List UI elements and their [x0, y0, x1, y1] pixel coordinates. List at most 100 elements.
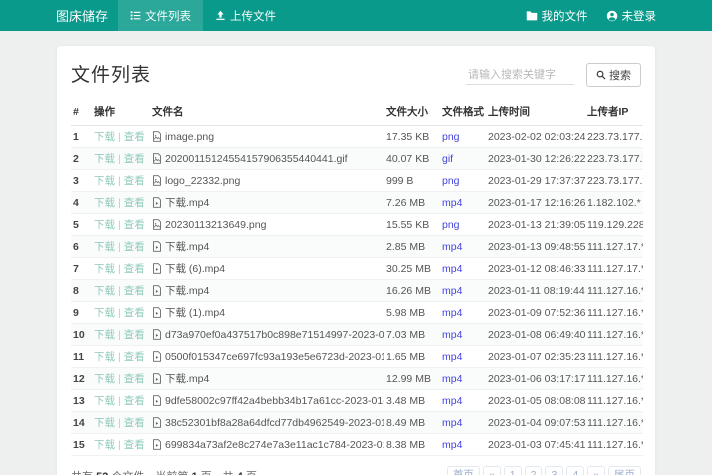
- main-content: 文件列表 搜索 #操作文件名文件大小文件格式上传时间上传者IP: [0, 45, 712, 475]
- row-filename: logo_22332.png: [150, 170, 384, 192]
- view-link[interactable]: 查看: [124, 263, 145, 275]
- view-link[interactable]: 查看: [124, 131, 145, 143]
- format-link[interactable]: mp4: [442, 439, 462, 451]
- search-button-label: 搜索: [609, 67, 631, 83]
- format-link[interactable]: png: [442, 131, 460, 143]
- view-link[interactable]: 查看: [124, 241, 145, 253]
- pager-button[interactable]: »: [587, 466, 605, 475]
- row-uploader-ip: 111.127.17.*: [585, 258, 643, 280]
- row-format: mp4: [440, 236, 486, 258]
- filename-text: 699834a73af2e8c274e7a3e11ac1c784-2023-01…: [165, 439, 384, 451]
- view-link[interactable]: 查看: [124, 307, 145, 319]
- format-link[interactable]: gif: [442, 153, 453, 165]
- format-link[interactable]: mp4: [442, 395, 462, 407]
- tab-upload[interactable]: 上传文件: [203, 0, 288, 31]
- table-header-row: #操作文件名文件大小文件格式上传时间上传者IP: [71, 99, 643, 126]
- search-bar: 搜索: [466, 63, 641, 87]
- brand[interactable]: 图床储存: [56, 0, 108, 31]
- pager-button[interactable]: 1: [504, 466, 522, 475]
- download-link[interactable]: 下载: [94, 241, 115, 253]
- download-link[interactable]: 下载: [94, 373, 115, 385]
- table-row: 4下载|查看下载.mp47.26 MBmp42023-01-17 12:16:2…: [71, 192, 643, 214]
- download-link[interactable]: 下载: [94, 219, 115, 231]
- search-input[interactable]: [466, 66, 574, 85]
- filename-text: 下载.mp4: [165, 241, 209, 253]
- user-icon: [606, 10, 618, 22]
- row-index: 2: [71, 148, 92, 170]
- format-link[interactable]: mp4: [442, 307, 462, 319]
- download-link[interactable]: 下载: [94, 131, 115, 143]
- download-link[interactable]: 下载: [94, 285, 115, 297]
- download-link[interactable]: 下载: [94, 175, 115, 187]
- row-filename: 下载 (6).mp4: [150, 258, 384, 280]
- format-link[interactable]: mp4: [442, 197, 462, 209]
- table-row: 9下载|查看下载 (1).mp45.98 MBmp42023-01-09 07:…: [71, 302, 643, 324]
- download-link[interactable]: 下载: [94, 307, 115, 319]
- pager-button[interactable]: «: [483, 466, 501, 475]
- pager-button[interactable]: 首页: [447, 466, 480, 475]
- format-link[interactable]: mp4: [442, 373, 462, 385]
- format-link[interactable]: mp4: [442, 263, 462, 275]
- format-link[interactable]: mp4: [442, 417, 462, 429]
- image-file-icon: [152, 131, 162, 142]
- row-upload-time: 2023-01-13 09:48:55: [486, 236, 585, 258]
- video-file-icon: [152, 263, 162, 274]
- row-format: mp4: [440, 192, 486, 214]
- filename-text: 下载.mp4: [165, 197, 209, 209]
- login-status[interactable]: 未登录: [606, 8, 657, 24]
- format-link[interactable]: mp4: [442, 241, 462, 253]
- row-actions: 下载|查看: [92, 236, 150, 258]
- download-link[interactable]: 下载: [94, 417, 115, 429]
- view-link[interactable]: 查看: [124, 329, 145, 341]
- view-link[interactable]: 查看: [124, 175, 145, 187]
- format-link[interactable]: mp4: [442, 351, 462, 363]
- view-link[interactable]: 查看: [124, 219, 145, 231]
- download-link[interactable]: 下载: [94, 439, 115, 451]
- row-upload-time: 2023-01-29 17:37:37: [486, 170, 585, 192]
- column-header: 上传时间: [486, 99, 585, 126]
- download-link[interactable]: 下载: [94, 263, 115, 275]
- view-link[interactable]: 查看: [124, 197, 145, 209]
- row-filesize: 40.07 KB: [384, 148, 440, 170]
- image-file-icon: [152, 153, 162, 164]
- view-link[interactable]: 查看: [124, 285, 145, 297]
- column-header: 操作: [92, 99, 150, 126]
- pager-button[interactable]: 尾页: [608, 466, 641, 475]
- download-link[interactable]: 下载: [94, 197, 115, 209]
- row-upload-time: 2023-01-09 07:52:36: [486, 302, 585, 324]
- format-link[interactable]: mp4: [442, 285, 462, 297]
- download-link[interactable]: 下载: [94, 395, 115, 407]
- table-row: 5下载|查看20230113213649.png15.55 KBpng2023-…: [71, 214, 643, 236]
- row-actions: 下载|查看: [92, 214, 150, 236]
- view-link[interactable]: 查看: [124, 439, 145, 451]
- view-link[interactable]: 查看: [124, 417, 145, 429]
- view-link[interactable]: 查看: [124, 373, 145, 385]
- format-link[interactable]: png: [442, 175, 460, 187]
- table-row: 8下载|查看下载.mp416.26 MBmp42023-01-11 08:19:…: [71, 280, 643, 302]
- row-upload-time: 2023-01-30 12:26:22: [486, 148, 585, 170]
- format-link[interactable]: png: [442, 219, 460, 231]
- row-filesize: 8.49 MB: [384, 412, 440, 434]
- tab-file-list[interactable]: 文件列表: [118, 0, 203, 31]
- view-link[interactable]: 查看: [124, 153, 145, 165]
- action-separator: |: [118, 175, 121, 187]
- download-link[interactable]: 下载: [94, 329, 115, 341]
- row-filesize: 5.98 MB: [384, 302, 440, 324]
- folder-icon: [526, 10, 538, 21]
- download-link[interactable]: 下载: [94, 351, 115, 363]
- search-button[interactable]: 搜索: [586, 63, 641, 87]
- video-file-icon: [152, 307, 162, 318]
- my-files-link[interactable]: 我的文件: [526, 8, 588, 24]
- pager-button[interactable]: 4: [566, 466, 584, 475]
- view-link[interactable]: 查看: [124, 351, 145, 363]
- pager-button[interactable]: 3: [545, 466, 563, 475]
- row-actions: 下载|查看: [92, 412, 150, 434]
- download-link[interactable]: 下载: [94, 153, 115, 165]
- video-file-icon: [152, 197, 162, 208]
- row-filename: 20200115124554157906355440441.gif: [150, 148, 384, 170]
- pager-button[interactable]: 2: [525, 466, 543, 475]
- table-row: 2下载|查看20200115124554157906355440441.gif4…: [71, 148, 643, 170]
- video-file-icon: [152, 241, 162, 252]
- view-link[interactable]: 查看: [124, 395, 145, 407]
- format-link[interactable]: mp4: [442, 329, 462, 341]
